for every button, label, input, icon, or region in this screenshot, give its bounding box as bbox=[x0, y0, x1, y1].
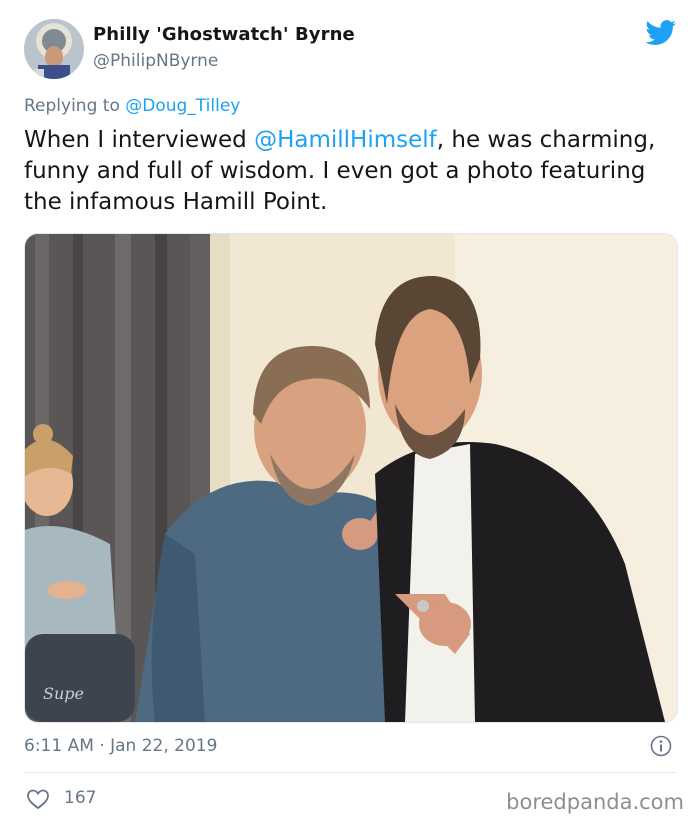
tweet-text: When I interviewed @HamillHimself, he wa… bbox=[24, 125, 674, 218]
heart-icon[interactable] bbox=[26, 788, 50, 810]
tweet-photo[interactable]: Supe bbox=[24, 233, 678, 723]
info-icon[interactable] bbox=[650, 735, 672, 757]
svg-text:Supe: Supe bbox=[43, 684, 84, 703]
replying-prefix: Replying to bbox=[24, 96, 126, 116]
author-handle[interactable]: @PhilipNByrne bbox=[93, 51, 218, 71]
tweet-text-before: When I interviewed bbox=[24, 127, 255, 153]
twitter-bird-icon[interactable] bbox=[645, 20, 677, 46]
mention-link[interactable]: @HamillHimself bbox=[254, 127, 437, 153]
replying-to: Replying to @Doug_Tilley bbox=[24, 96, 240, 116]
like-count: 167 bbox=[64, 788, 97, 808]
reply-to-handle-link[interactable]: @Doug_Tilley bbox=[125, 96, 240, 116]
watermark: boredpanda.com bbox=[506, 790, 684, 814]
tweet-timestamp[interactable]: 6:11 AM · Jan 22, 2019 bbox=[24, 736, 217, 756]
avatar[interactable] bbox=[24, 19, 84, 79]
divider bbox=[24, 772, 676, 773]
author-display-name[interactable]: Philly 'Ghostwatch' Byrne bbox=[93, 24, 355, 45]
